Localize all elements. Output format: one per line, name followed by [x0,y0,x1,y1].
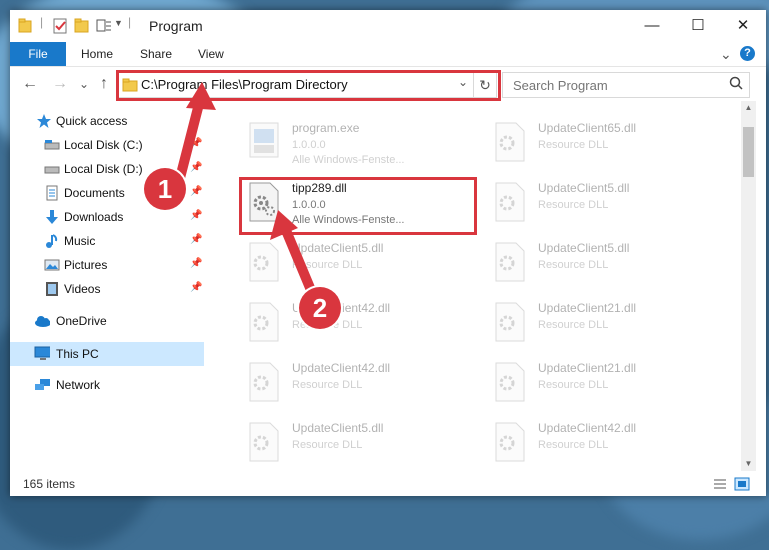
step-marker-1: 1 [144,168,186,210]
annotation-arrows [175,82,318,300]
step-marker-2: 2 [299,287,341,329]
